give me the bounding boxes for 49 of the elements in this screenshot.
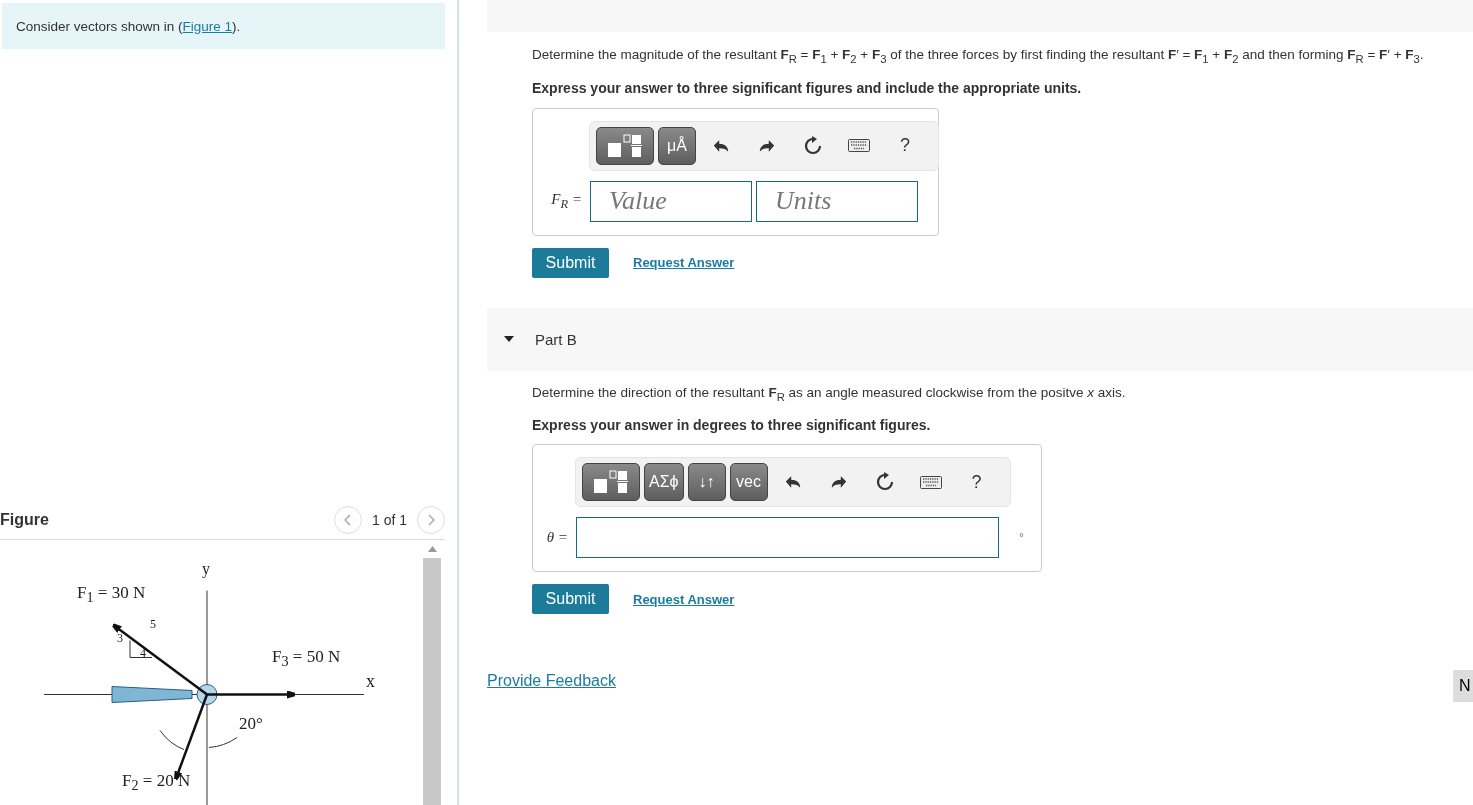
template-icon (591, 469, 631, 496)
help-button[interactable]: ? (955, 463, 998, 502)
keyboard-icon (919, 475, 942, 489)
answer-label: θ = (545, 529, 569, 547)
figure-label: F$_{1}$ = 30 N (77, 583, 146, 607)
feedback-link[interactable]: Provide Feedback (487, 672, 1453, 691)
submit-button[interactable]: Submit (532, 584, 609, 615)
figure-title: Figure (0, 511, 50, 529)
figure-link[interactable]: Figure 1 (182, 18, 233, 34)
figure-label: x (366, 671, 375, 692)
chevron-right-icon (427, 514, 435, 526)
scroll-up-icon (427, 546, 437, 552)
question-text: Determine the magnitude of the resultant F$_{R}$ = F$_{1}$ + F$_{2}$ + F$_{3}$ of the three forces by first finding the resultant F′ = F$_{1}$ + F$_{2}$ and then forming F$_{R}$ = F′ + F$_{3}$. (532, 46, 1425, 67)
intro-text: Consider vectors shown in (Figure 1). (16, 18, 241, 34)
symbol-button[interactable]: μÅ (658, 126, 696, 165)
template-button[interactable] (582, 463, 640, 502)
keyboard-icon (848, 139, 870, 153)
answer-label: F$_{R}$ = (550, 190, 583, 212)
refresh-icon (874, 472, 895, 493)
figure-label: F$_{2}$ = 20 N (122, 771, 191, 795)
answer-field[interactable] (576, 517, 999, 559)
figure-label: 5 (150, 617, 156, 632)
figure-label: F$_{3}$ = 50 N (272, 647, 341, 671)
page-counter: 1 of 1 (371, 512, 407, 528)
figure-label: 20° (239, 714, 263, 734)
symbol-button[interactable]: ↓↑ (687, 463, 726, 502)
unit-label: ° (1019, 530, 1024, 545)
help-button[interactable]: ? (884, 126, 926, 165)
question-text: Determine the direction of the resultant F$_{R}$ as an angle measured clockwise from the positve x axis. (532, 383, 1127, 405)
request-answer-link[interactable]: Request Answer (633, 591, 735, 607)
next-part-button[interactable]: N (1453, 670, 1473, 703)
symbol-button[interactable]: ΑΣϕ (644, 463, 684, 502)
template-icon (605, 132, 645, 159)
answer-field[interactable]: Units (756, 180, 918, 222)
instruction-text: Express your answer to three significant figures and include the appropriate units. (532, 79, 1083, 96)
figure-label: y (202, 560, 210, 578)
scrollbar[interactable] (423, 540, 441, 805)
figure-label: 3 (117, 631, 123, 646)
part-header[interactable]: Part B (487, 307, 1473, 371)
chevron-left-icon (343, 514, 352, 526)
figure-label: 4 (140, 646, 146, 661)
part-title: Part B (535, 330, 577, 348)
instruction-text: Express your answer in degrees to three significant figures. (532, 417, 932, 434)
refresh-icon (803, 135, 823, 156)
request-answer-link[interactable]: Request Answer (633, 255, 735, 271)
submit-button[interactable]: Submit (532, 247, 609, 278)
template-button[interactable] (596, 126, 654, 165)
answer-field[interactable]: Value (590, 180, 752, 222)
symbol-button[interactable]: vec (729, 463, 768, 502)
